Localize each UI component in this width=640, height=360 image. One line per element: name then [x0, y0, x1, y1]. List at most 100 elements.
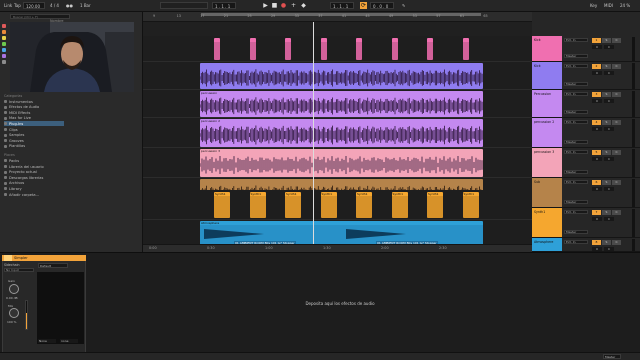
- volume-field[interactable]: 0: [592, 127, 602, 131]
- clip[interactable]: percussion 2: [200, 119, 483, 147]
- midi-map-button[interactable]: MIDI: [604, 3, 613, 8]
- solo-button[interactable]: S: [602, 240, 611, 245]
- track-lane[interactable]: percussion 3: [143, 148, 532, 178]
- volume-field[interactable]: 0: [592, 187, 602, 191]
- pan-field[interactable]: C: [604, 157, 614, 161]
- pan-field[interactable]: C: [604, 71, 614, 75]
- solo-button[interactable]: S: [602, 64, 611, 69]
- browser-category-item[interactable]: Instrumentos: [4, 99, 33, 104]
- clip[interactable]: Synth1: [285, 192, 301, 218]
- solo-button[interactable]: S: [602, 120, 611, 125]
- clip[interactable]: [356, 38, 362, 60]
- clip[interactable]: [427, 38, 433, 60]
- arm-button[interactable]: C: [612, 180, 621, 185]
- time-ruler[interactable]: 0:00 0:30 1:00 1:30 2:00 2:30: [143, 244, 532, 252]
- automation-arm-button[interactable]: ◆: [300, 2, 307, 9]
- output-select[interactable]: Master: [564, 170, 588, 174]
- tap-button[interactable]: Tap: [14, 3, 21, 8]
- track-lane[interactable]: percussion: [143, 90, 532, 118]
- overview-strip[interactable]: [160, 2, 208, 9]
- input-select[interactable]: Ext. In: [564, 92, 588, 96]
- output-select[interactable]: Master: [564, 140, 588, 144]
- clip[interactable]: [249, 38, 256, 60]
- track-name-box[interactable]: Synth1: [532, 208, 562, 237]
- browser-category-item[interactable]: Max for Live: [4, 116, 31, 121]
- clip[interactable]: Synth1: [391, 192, 408, 218]
- browser-category-item[interactable]: Efectos de Audio: [4, 105, 39, 110]
- arm-button[interactable]: C: [612, 240, 621, 245]
- meter-field[interactable]: 4 / 4: [50, 3, 59, 8]
- browser-category-item[interactable]: Samples: [4, 133, 24, 138]
- clip[interactable]: [285, 38, 291, 60]
- track-activator-button[interactable]: 7: [592, 210, 601, 215]
- solo-button[interactable]: S: [602, 150, 611, 155]
- tag-color-swatch[interactable]: [2, 54, 6, 58]
- input-select[interactable]: Ext. In: [564, 64, 588, 68]
- browser-place-item[interactable]: Library: [4, 186, 22, 191]
- solo-button[interactable]: S: [602, 38, 611, 43]
- track-activator-button[interactable]: 5: [592, 150, 601, 155]
- input-select[interactable]: Ext. In: [564, 120, 588, 124]
- track-name-box[interactable]: percussion 2: [532, 118, 562, 147]
- browser-category-item[interactable]: Plug-Ins: [4, 121, 64, 127]
- metronome-icon[interactable]: ●●: [66, 3, 73, 8]
- track-header[interactable]: Kick Ext. In Master 1 S C 0 C: [532, 36, 640, 62]
- track-activator-button[interactable]: 8: [592, 240, 601, 245]
- track-lane[interactable]: [143, 62, 532, 90]
- arrangement-view[interactable]: 9 13 17 21 25 29 33 37 41 45 49 53 57 61 65 percussion…: [143, 12, 532, 252]
- gain-knob[interactable]: [9, 284, 19, 294]
- tag-color-swatch[interactable]: [2, 36, 6, 40]
- overdub-button[interactable]: +: [290, 2, 297, 9]
- tag-color-swatch[interactable]: [2, 42, 6, 46]
- stop-button[interactable]: ■: [271, 2, 278, 9]
- input-select[interactable]: Ext. In: [564, 180, 588, 184]
- arm-button[interactable]: C: [612, 64, 621, 69]
- track-lane[interactable]: percussion 2: [143, 118, 532, 148]
- tag-color-swatch[interactable]: [2, 24, 6, 28]
- arm-button[interactable]: C: [612, 38, 621, 43]
- browser-place-item[interactable]: Proyecto actual: [4, 170, 37, 175]
- browser-place-item[interactable]: Packs: [4, 158, 19, 163]
- clip[interactable]: Synth1: [320, 192, 337, 218]
- pan-field[interactable]: C: [604, 99, 614, 103]
- clip[interactable]: Synth1: [356, 192, 372, 218]
- pan-field[interactable]: C: [604, 127, 614, 131]
- tempo-field[interactable]: 120.00: [23, 2, 45, 9]
- beat-time-ruler[interactable]: 9 13 17 21 25 29 33 37 41 45 49 53 57 61 65: [143, 12, 532, 22]
- track-header[interactable]: Kick Ext. In Master 2 S C 0 C: [532, 62, 640, 90]
- loop-start-field[interactable]: 1 . 1 . 1: [330, 2, 354, 9]
- draw-mode-icon[interactable]: ✎: [402, 3, 405, 8]
- track-header[interactable]: Percussion Ext. In Master 3 S C 0 C: [532, 90, 640, 118]
- quantize-select[interactable]: 1 Bar: [80, 3, 91, 8]
- track-name-box[interactable]: Atmosphere: [532, 238, 562, 251]
- tag-color-swatch[interactable]: [2, 60, 6, 64]
- track-header[interactable]: Atmosphere Ext. In 8 S C 0 C: [532, 238, 640, 252]
- track-header[interactable]: Synth1 Ext. In Master 7 S C 0 C: [532, 208, 640, 238]
- play-button[interactable]: ▶: [262, 2, 269, 9]
- volume-field[interactable]: 0: [592, 71, 602, 75]
- clip[interactable]: Synth1: [249, 192, 266, 218]
- clip[interactable]: [320, 38, 327, 60]
- clip[interactable]: percussion: [200, 91, 483, 117]
- track-name-box[interactable]: Kick: [532, 62, 562, 89]
- pan-field[interactable]: C: [604, 247, 614, 251]
- browser-category-item[interactable]: Clips: [4, 127, 18, 132]
- clip[interactable]: [391, 38, 398, 60]
- arm-button[interactable]: C: [612, 92, 621, 97]
- track-lane[interactable]: Synth1 Synth1 Synth1 Synth1 Synth1 Synth1 Synt…: [143, 190, 532, 220]
- track-name-box[interactable]: Kick: [532, 36, 562, 61]
- arm-button[interactable]: C: [612, 150, 621, 155]
- status-track-select[interactable]: Master: [603, 354, 621, 359]
- input-select[interactable]: Ext. In: [564, 150, 588, 154]
- record-button[interactable]: ●: [280, 2, 287, 9]
- routing-select-b[interactable]: none: [60, 339, 78, 343]
- pan-field[interactable]: C: [604, 187, 614, 191]
- sidechain-input-select[interactable]: No Input: [4, 268, 34, 272]
- track-header[interactable]: percussion 2 Ext. In Master 4 S C 0 C: [532, 118, 640, 148]
- output-select[interactable]: Master: [564, 82, 588, 86]
- track-name-box[interactable]: percussion 3: [532, 148, 562, 177]
- device-on-toggle[interactable]: [4, 255, 12, 261]
- loop-length-field[interactable]: 0 . 0 . 0: [370, 2, 394, 9]
- browser-category-item[interactable]: MIDI Effects: [4, 110, 30, 115]
- volume-field[interactable]: 0: [592, 247, 602, 251]
